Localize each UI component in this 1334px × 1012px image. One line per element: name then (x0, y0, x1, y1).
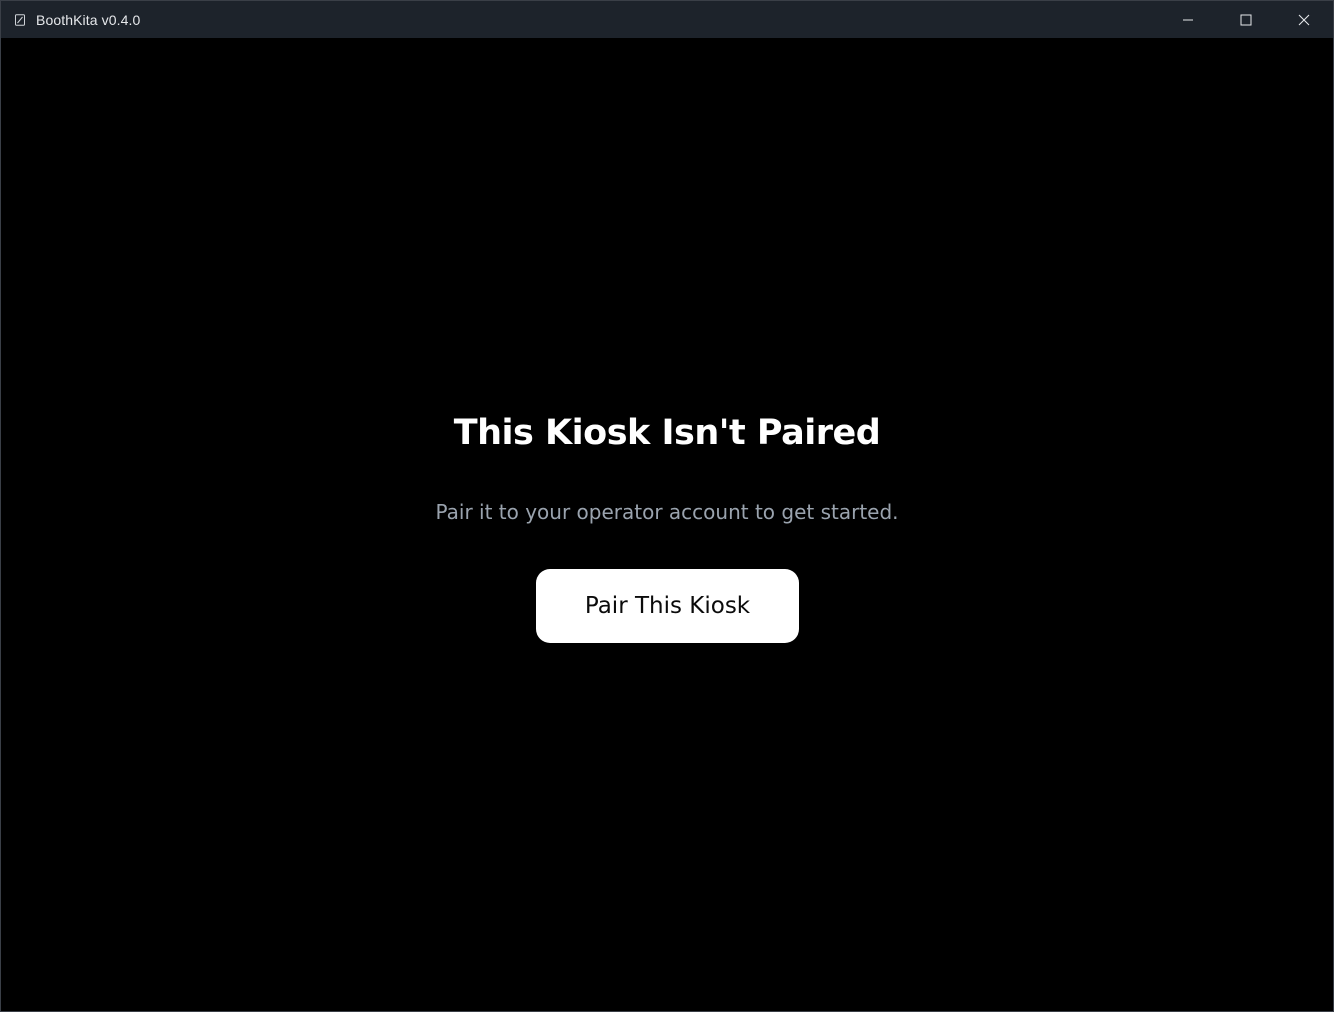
maximize-button[interactable] (1217, 1, 1275, 38)
page-title: This Kiosk Isn't Paired (453, 413, 881, 453)
window-controls (1159, 1, 1333, 38)
main-content: This Kiosk Isn't Paired Pair it to your … (1, 38, 1333, 1011)
page-subtitle: Pair it to your operator account to get … (435, 500, 899, 524)
minimize-button[interactable] (1159, 1, 1217, 38)
title-bar[interactable]: BoothKita v0.4.0 (1, 1, 1333, 38)
close-button[interactable] (1275, 1, 1333, 38)
close-icon (1298, 14, 1310, 25)
pair-kiosk-button[interactable]: Pair This Kiosk (536, 569, 799, 643)
minimize-icon (1183, 19, 1193, 20)
window-title: BoothKita v0.4.0 (36, 11, 141, 28)
app-icon (14, 13, 26, 26)
app-window: BoothKita v0.4.0 This Kiosk Isn't Paired… (0, 0, 1334, 1012)
maximize-icon (1240, 14, 1252, 25)
